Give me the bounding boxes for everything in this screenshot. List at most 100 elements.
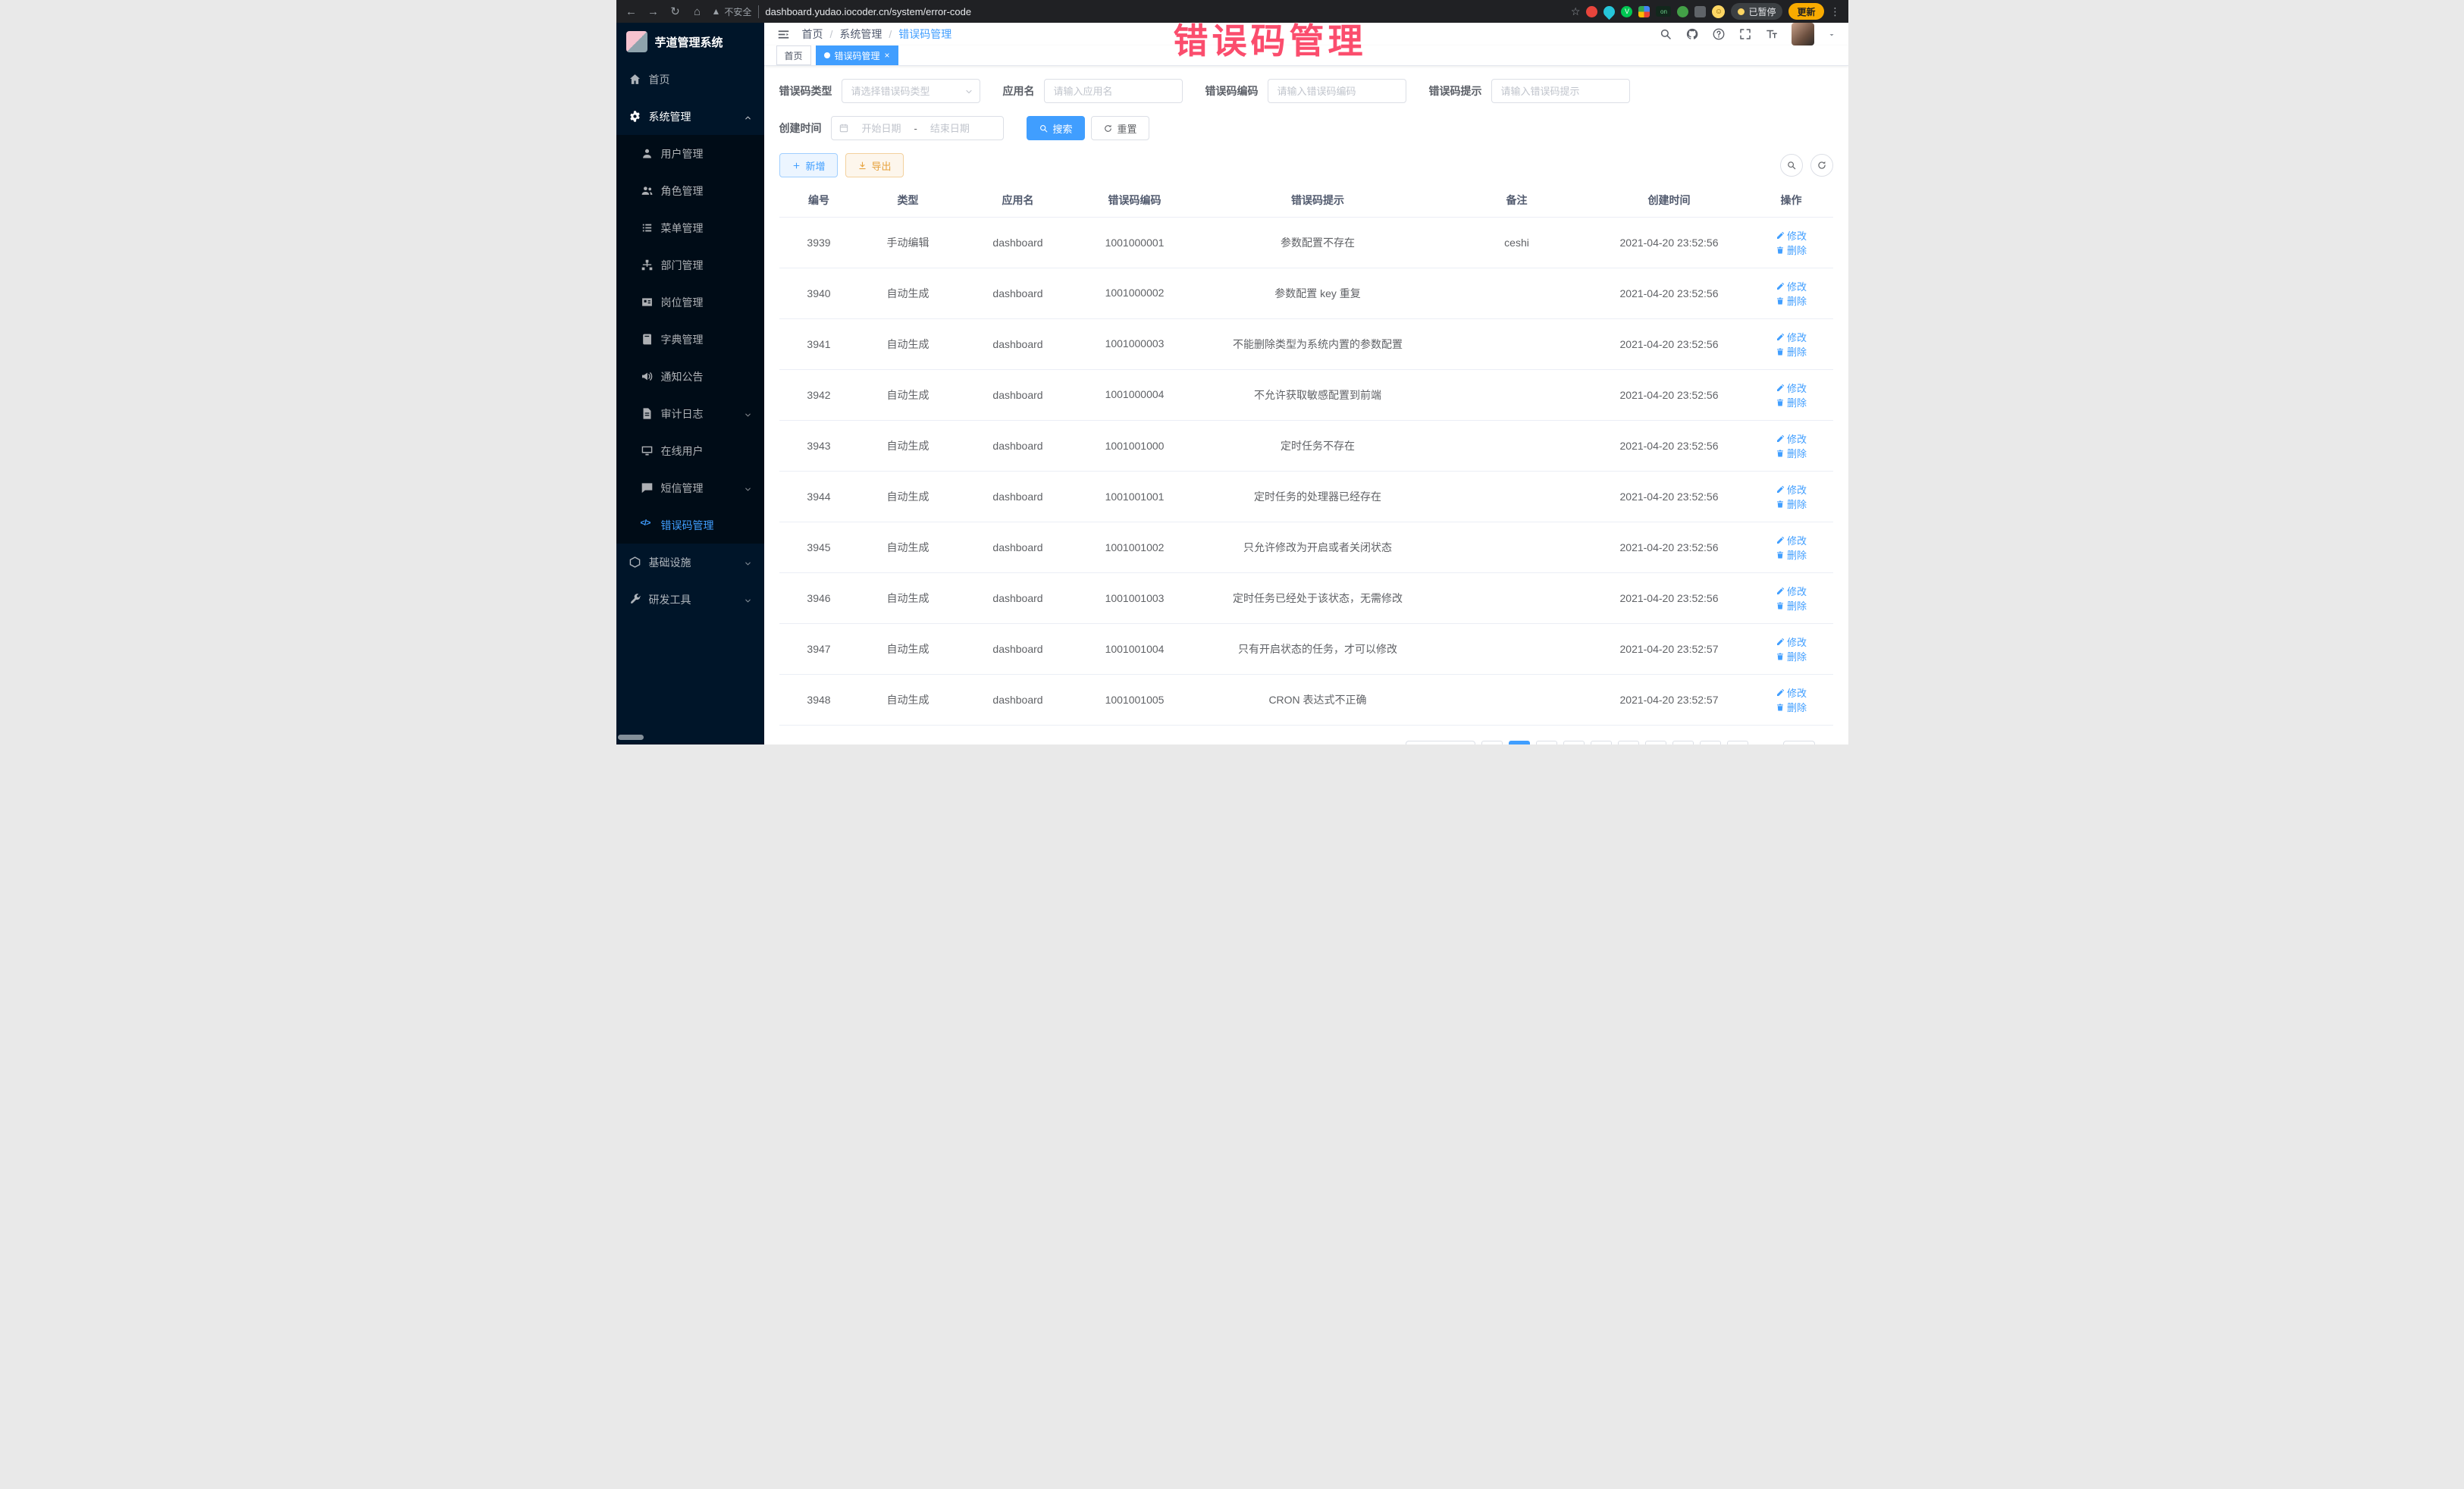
- bookmark-star-icon[interactable]: ☆: [1571, 5, 1581, 18]
- user-avatar[interactable]: [1792, 23, 1814, 45]
- breadcrumb-system[interactable]: 系统管理: [839, 27, 882, 42]
- extensions-puzzle-icon[interactable]: [1694, 6, 1706, 17]
- sidebar-item-dictionary[interactable]: 字典管理: [616, 321, 764, 358]
- font-size-icon[interactable]: [1765, 27, 1779, 41]
- extension-icon-on-badge[interactable]: on: [1656, 6, 1671, 17]
- address-bar[interactable]: ▲ 不安全 dashboard.yudao.iocoder.cn/system/…: [712, 5, 1564, 18]
- avatar-caret-down-icon[interactable]: [1827, 30, 1836, 39]
- col-header-app[interactable]: 应用名: [958, 183, 1079, 218]
- search-icon[interactable]: [1659, 27, 1672, 41]
- delete-link[interactable]: 删除: [1776, 547, 1807, 562]
- delete-link[interactable]: 删除: [1776, 344, 1807, 359]
- add-button[interactable]: 新增: [779, 153, 838, 177]
- edit-link[interactable]: 修改: [1776, 685, 1807, 700]
- fullscreen-icon[interactable]: [1738, 27, 1752, 41]
- edit-link[interactable]: 修改: [1776, 635, 1807, 649]
- page-button-3[interactable]: 3: [1563, 741, 1585, 744]
- sidebar-item-positions[interactable]: 岗位管理: [616, 284, 764, 321]
- date-range-picker[interactable]: -: [831, 116, 1004, 140]
- reset-button[interactable]: 重置: [1091, 116, 1149, 140]
- extension-icon-drop[interactable]: [1601, 3, 1617, 19]
- paused-badge[interactable]: 已暂停: [1731, 3, 1782, 20]
- start-date-input[interactable]: [853, 123, 911, 134]
- delete-link[interactable]: 删除: [1776, 649, 1807, 663]
- delete-link[interactable]: 删除: [1776, 243, 1807, 257]
- sidebar-item-devtools[interactable]: 研发工具: [616, 581, 764, 618]
- page-button-6[interactable]: 6: [1645, 741, 1666, 744]
- browser-update-button[interactable]: 更新: [1788, 3, 1823, 20]
- sidebar-item-roles[interactable]: 角色管理: [616, 172, 764, 209]
- extension-icon-leaf[interactable]: [1677, 6, 1688, 17]
- export-button[interactable]: 导出: [845, 153, 904, 177]
- toggle-search-button[interactable]: [1780, 154, 1803, 177]
- col-header-hint[interactable]: 错误码提示: [1191, 183, 1445, 218]
- help-icon[interactable]: [1712, 27, 1726, 41]
- browser-home-icon[interactable]: ⌂: [690, 5, 705, 18]
- page-button-4[interactable]: 4: [1591, 741, 1612, 744]
- sidebar-item-online-users[interactable]: 在线用户: [616, 432, 764, 469]
- edit-link[interactable]: 修改: [1776, 584, 1807, 598]
- app-name-input[interactable]: [1044, 79, 1183, 103]
- error-code-input[interactable]: [1268, 79, 1406, 103]
- delete-link[interactable]: 删除: [1776, 700, 1807, 714]
- error-hint-input[interactable]: [1491, 79, 1630, 103]
- col-header-time[interactable]: 创建时间: [1589, 183, 1750, 218]
- delete-link[interactable]: 删除: [1776, 395, 1807, 409]
- error-type-select-input[interactable]: [842, 79, 980, 103]
- sidebar-item-notices[interactable]: 通知公告: [616, 358, 764, 395]
- security-warning[interactable]: ▲ 不安全: [712, 5, 760, 18]
- collapse-sidebar-icon[interactable]: [776, 27, 791, 42]
- browser-back-icon[interactable]: ←: [624, 5, 639, 18]
- col-header-code[interactable]: 错误码编码: [1079, 183, 1191, 218]
- sidebar-item-home[interactable]: 首页: [616, 61, 764, 98]
- refresh-table-button[interactable]: [1810, 154, 1833, 177]
- sidebar-item-audit-log[interactable]: 审计日志: [616, 395, 764, 432]
- delete-link[interactable]: 删除: [1776, 497, 1807, 511]
- breadcrumb-home[interactable]: 首页: [802, 27, 823, 42]
- browser-profile-avatar[interactable]: ☺: [1712, 5, 1725, 18]
- col-header-id[interactable]: 编号: [779, 183, 859, 218]
- tab-error-code[interactable]: 错误码管理 ×: [816, 45, 898, 65]
- sidebar-item-sms[interactable]: 短信管理: [616, 469, 764, 506]
- edit-link[interactable]: 修改: [1776, 431, 1807, 446]
- goto-page-input[interactable]: [1783, 741, 1815, 744]
- extension-icon-red[interactable]: [1586, 6, 1597, 17]
- edit-link[interactable]: 修改: [1776, 381, 1807, 395]
- delete-link[interactable]: 删除: [1776, 293, 1807, 308]
- tab-home[interactable]: 首页: [776, 45, 811, 65]
- sidebar-item-users[interactable]: 用户管理: [616, 135, 764, 172]
- extension-icon-green[interactable]: V: [1621, 6, 1632, 17]
- edit-link[interactable]: 修改: [1776, 228, 1807, 243]
- close-tab-icon[interactable]: ×: [885, 51, 890, 60]
- page-button-5[interactable]: 5: [1618, 741, 1639, 744]
- sidebar-scrollbar-thumb[interactable]: [618, 735, 644, 740]
- app-logo[interactable]: 芋道管理系统: [616, 23, 764, 61]
- page-button-8[interactable]: 8: [1700, 741, 1721, 744]
- page-button-2[interactable]: 2: [1536, 741, 1557, 744]
- extension-icon-grid[interactable]: [1638, 6, 1650, 17]
- sidebar-item-error-code[interactable]: </> 错误码管理: [616, 506, 764, 544]
- error-type-select[interactable]: [842, 79, 980, 103]
- edit-link[interactable]: 修改: [1776, 279, 1807, 293]
- next-page-button[interactable]: [1727, 741, 1748, 744]
- search-button[interactable]: 搜索: [1027, 116, 1085, 140]
- browser-forward-icon[interactable]: →: [646, 5, 661, 18]
- edit-link[interactable]: 修改: [1776, 482, 1807, 497]
- page-size-select[interactable]: 10条/页: [1406, 741, 1475, 744]
- sidebar-item-infrastructure[interactable]: 基础设施: [616, 544, 764, 581]
- sidebar-item-menus[interactable]: 菜单管理: [616, 209, 764, 246]
- github-icon[interactable]: [1685, 27, 1699, 41]
- prev-page-button[interactable]: [1481, 741, 1503, 744]
- sidebar-item-system[interactable]: 系统管理: [616, 98, 764, 135]
- col-header-remark[interactable]: 备注: [1445, 183, 1589, 218]
- delete-link[interactable]: 删除: [1776, 446, 1807, 460]
- delete-link[interactable]: 删除: [1776, 598, 1807, 613]
- col-header-type[interactable]: 类型: [859, 183, 958, 218]
- browser-menu-icon[interactable]: ⋮: [1830, 5, 1841, 18]
- page-ellipsis-button[interactable]: •••: [1672, 741, 1694, 744]
- edit-link[interactable]: 修改: [1776, 330, 1807, 344]
- sidebar-item-departments[interactable]: 部门管理: [616, 246, 764, 284]
- page-button-1[interactable]: 1: [1509, 741, 1530, 744]
- end-date-input[interactable]: [921, 123, 979, 134]
- browser-reload-icon[interactable]: ↻: [668, 5, 683, 18]
